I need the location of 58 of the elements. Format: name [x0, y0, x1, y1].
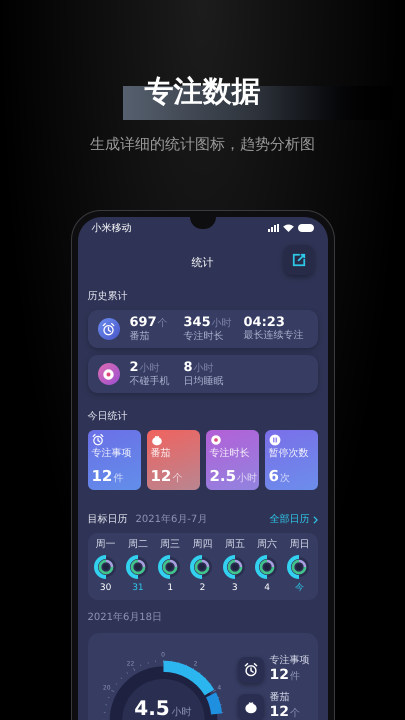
stat-value: 697: [130, 315, 157, 330]
all-calendar-link[interactable]: 全部日历: [270, 512, 318, 527]
item-value: 12: [270, 704, 289, 720]
day-number: 2: [200, 583, 206, 594]
stat-value: 2: [130, 360, 139, 375]
page-title: 统计: [192, 254, 214, 271]
stat-unit: 个: [158, 317, 168, 331]
stat-unit: 小时: [140, 362, 160, 376]
tile-value: 12: [92, 467, 112, 485]
weekday-label: 周六: [257, 539, 278, 551]
day-number: 3: [232, 583, 238, 594]
weekday-label: 周四: [192, 539, 212, 551]
stat-label: 不碰手机: [130, 376, 170, 388]
weekday-label: 周三: [160, 539, 180, 551]
date-label: 2021年6月18日: [88, 611, 164, 625]
day-number: 31: [132, 583, 144, 594]
day-number: 4: [264, 583, 270, 594]
weekday-label: 周二: [128, 539, 148, 551]
gauge-unit: 小时: [172, 706, 192, 720]
tile-label: 专注事项: [92, 448, 132, 460]
promo-subtitle: 生成详细的统计图标，趋势分析图: [89, 134, 316, 155]
stat-unit: 小时: [194, 362, 214, 376]
day-number: 30: [100, 583, 112, 594]
item-value: 12: [270, 667, 289, 683]
stat-label: 最长连续专注: [244, 330, 304, 342]
stat-unit: 小时: [212, 316, 232, 330]
item-label: 番茄: [270, 692, 290, 704]
tile-value: 12: [150, 467, 172, 485]
promo-title: 专注数据: [144, 73, 260, 110]
weekday-label: 周一: [96, 539, 116, 551]
stat-value: 8: [184, 360, 193, 375]
tile-label: 番茄: [150, 448, 172, 460]
section-title: 目标日历: [88, 512, 128, 527]
section-title: 历史累计: [88, 290, 128, 304]
item-unit: 个: [290, 707, 300, 720]
tile-unit: 次: [280, 472, 290, 486]
tile-unit: 小时: [237, 472, 258, 486]
stat-label: 专注时长: [184, 331, 224, 343]
stat-value: 345: [184, 315, 211, 330]
day-number: 今: [294, 583, 304, 594]
tile-value: 2.5: [210, 467, 236, 485]
item-unit: 件: [290, 670, 300, 684]
stat-label: 番茄: [130, 331, 150, 343]
tile-label: 专注时长: [210, 448, 250, 460]
day-number: 1: [167, 583, 174, 594]
tile-label: 暂停次数: [268, 448, 310, 460]
weekday-label: 周五: [224, 539, 245, 551]
stat-label: 日均睡眠: [184, 376, 224, 388]
date-range: 2021年6月-7月: [136, 513, 208, 527]
carrier-name: 小米移动: [92, 222, 132, 236]
stat-value: 04:23: [244, 315, 285, 330]
tile-unit: 件: [113, 472, 124, 486]
tile-unit: 个: [172, 472, 182, 486]
tile-value: 6: [268, 467, 279, 485]
section-title: 今日统计: [88, 410, 128, 424]
gauge-value: 4.5: [134, 697, 170, 719]
item-label: 专注事项: [270, 655, 310, 667]
weekday-label: 周日: [289, 539, 310, 551]
